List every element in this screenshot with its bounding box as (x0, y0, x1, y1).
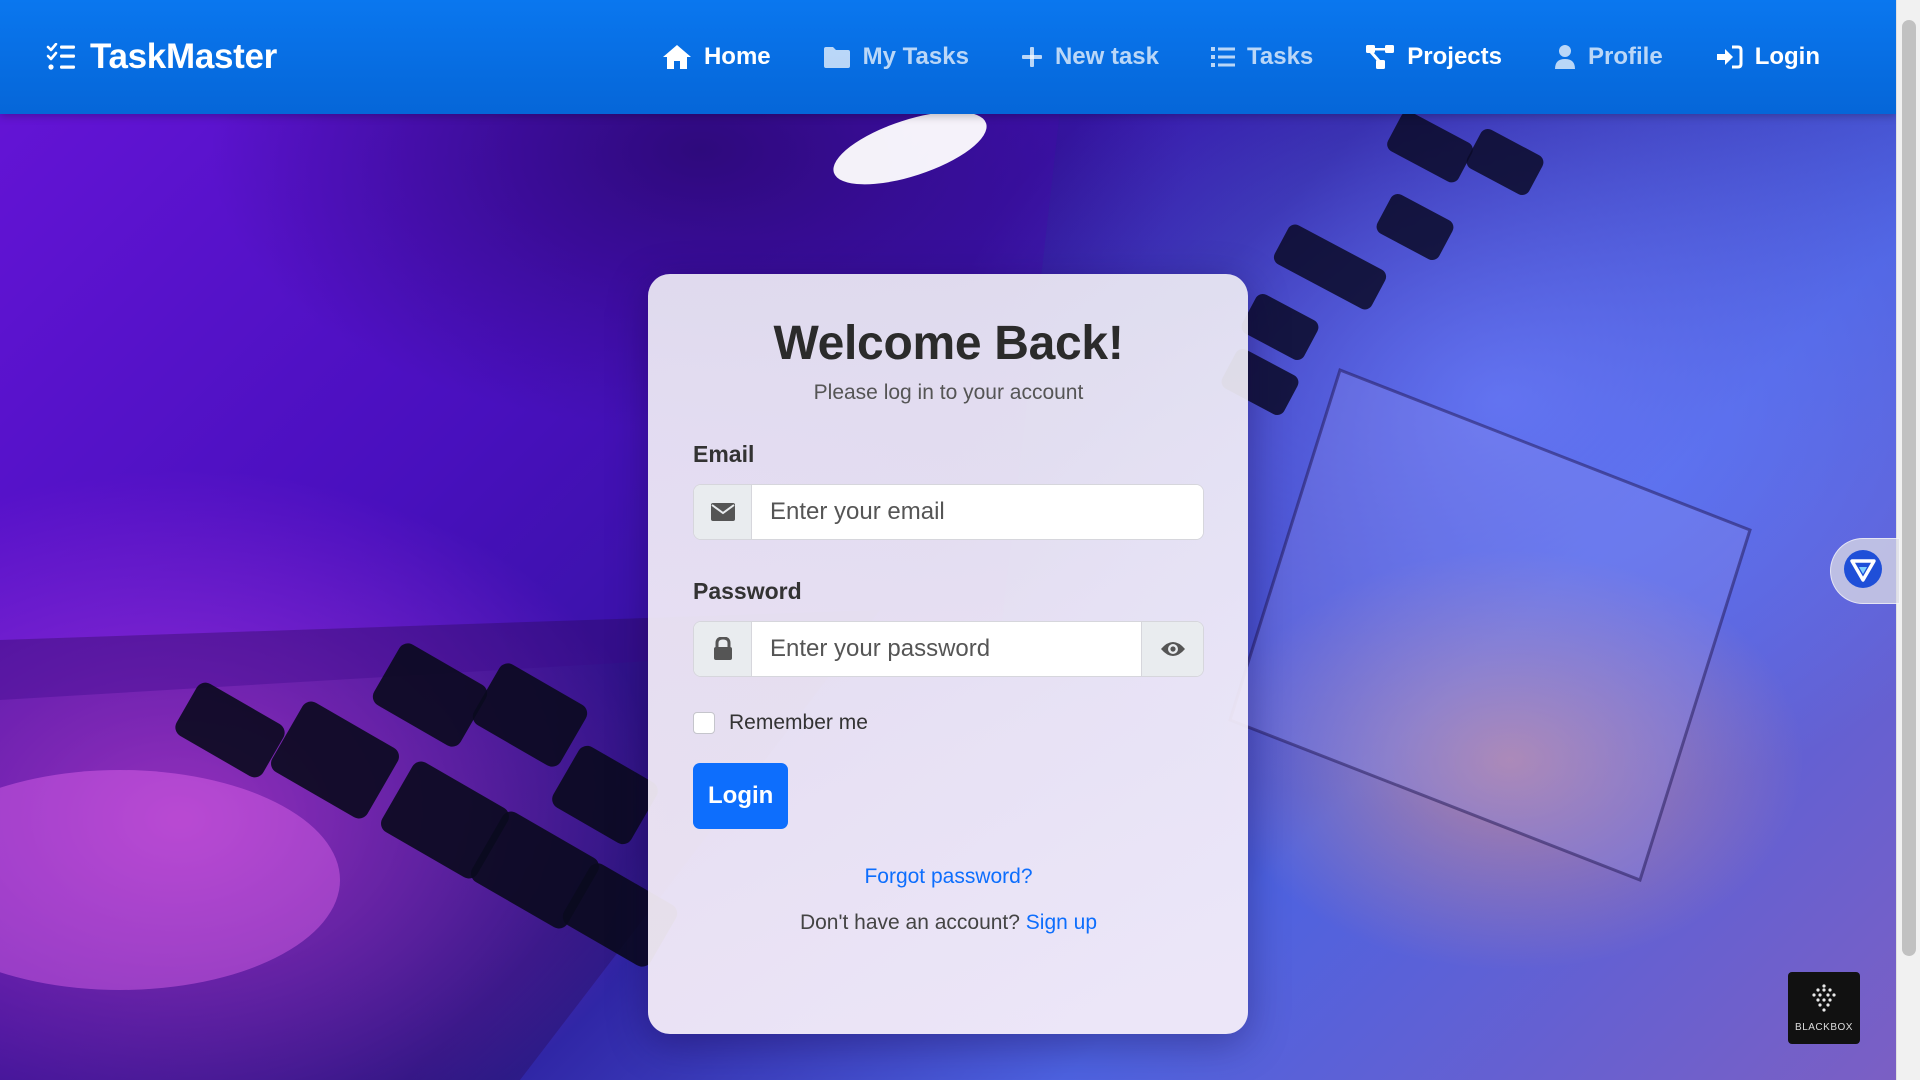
forgot-password-link[interactable]: Forgot password? (864, 865, 1032, 888)
nav-links: Home My Tasks New task Tasks Projects Pr… (662, 43, 1820, 71)
nav-login[interactable]: Login (1715, 43, 1820, 71)
folder-icon (823, 45, 851, 69)
scrollbar-thumb[interactable] (1902, 20, 1916, 956)
extension-side-widget[interactable] (1830, 538, 1900, 604)
brand-name: TaskMaster (90, 37, 278, 76)
tasks-list-icon (46, 43, 76, 71)
login-card: Welcome Back! Please log in to your acco… (648, 274, 1248, 1034)
password-input-group (693, 621, 1204, 677)
blackbox-label: BLACKBOX (1795, 1022, 1853, 1033)
nav-home-label: Home (703, 43, 771, 70)
envelope-icon (694, 485, 752, 539)
blackbox-widget[interactable]: BLACKBOX (1788, 972, 1860, 1044)
nav-tasks[interactable]: Tasks (1211, 43, 1313, 71)
nav-projects[interactable]: Projects (1365, 43, 1502, 71)
eye-icon[interactable] (1141, 622, 1203, 676)
nav-tasks-label: Tasks (1247, 43, 1314, 70)
remember-me-checkbox[interactable] (693, 712, 715, 734)
password-input[interactable] (752, 622, 1141, 676)
nav-home[interactable]: Home (662, 43, 771, 71)
plus-icon (1021, 46, 1043, 68)
signup-link[interactable]: Sign up (1026, 911, 1097, 934)
email-input[interactable] (752, 485, 1203, 539)
signup-prompt: Don't have an account? (799, 911, 1020, 934)
home-icon (662, 44, 692, 70)
remember-me-label[interactable]: Remember me (729, 711, 868, 735)
nav-profile[interactable]: Profile (1554, 43, 1663, 71)
login-button[interactable]: Login (693, 763, 789, 829)
nav-new-task[interactable]: New task (1021, 43, 1159, 71)
remember-me-row: Remember me (693, 711, 1204, 735)
nav-profile-label: Profile (1588, 43, 1663, 70)
page: TaskMaster Home My Tasks New task Tasks … (0, 0, 1920, 1080)
blackbox-logo-icon (1809, 983, 1839, 1018)
email-input-group (693, 484, 1204, 540)
nav-my-tasks[interactable]: My Tasks (823, 43, 969, 71)
list-icon (1211, 46, 1235, 68)
extension-logo-icon (1843, 549, 1883, 594)
nav-new-task-label: New task (1054, 43, 1159, 70)
user-icon (1554, 44, 1576, 70)
brand-link[interactable]: TaskMaster (46, 37, 277, 77)
password-label: Password (693, 578, 802, 604)
nav-login-label: Login (1754, 43, 1820, 70)
top-navbar: TaskMaster Home My Tasks New task Tasks … (0, 0, 1896, 114)
card-subtitle: Please log in to your account (813, 381, 1084, 404)
sign-in-icon (1715, 45, 1743, 69)
nav-my-tasks-label: My Tasks (862, 43, 969, 70)
card-title: Welcome Back! (773, 317, 1124, 370)
email-label: Email (693, 441, 755, 467)
forgot-password-row: Forgot password? (693, 865, 1204, 889)
nav-projects-label: Projects (1407, 43, 1502, 70)
project-diagram-icon (1365, 44, 1395, 70)
signup-row: Don't have an account? Sign up (693, 911, 1204, 935)
lock-icon (694, 622, 752, 676)
